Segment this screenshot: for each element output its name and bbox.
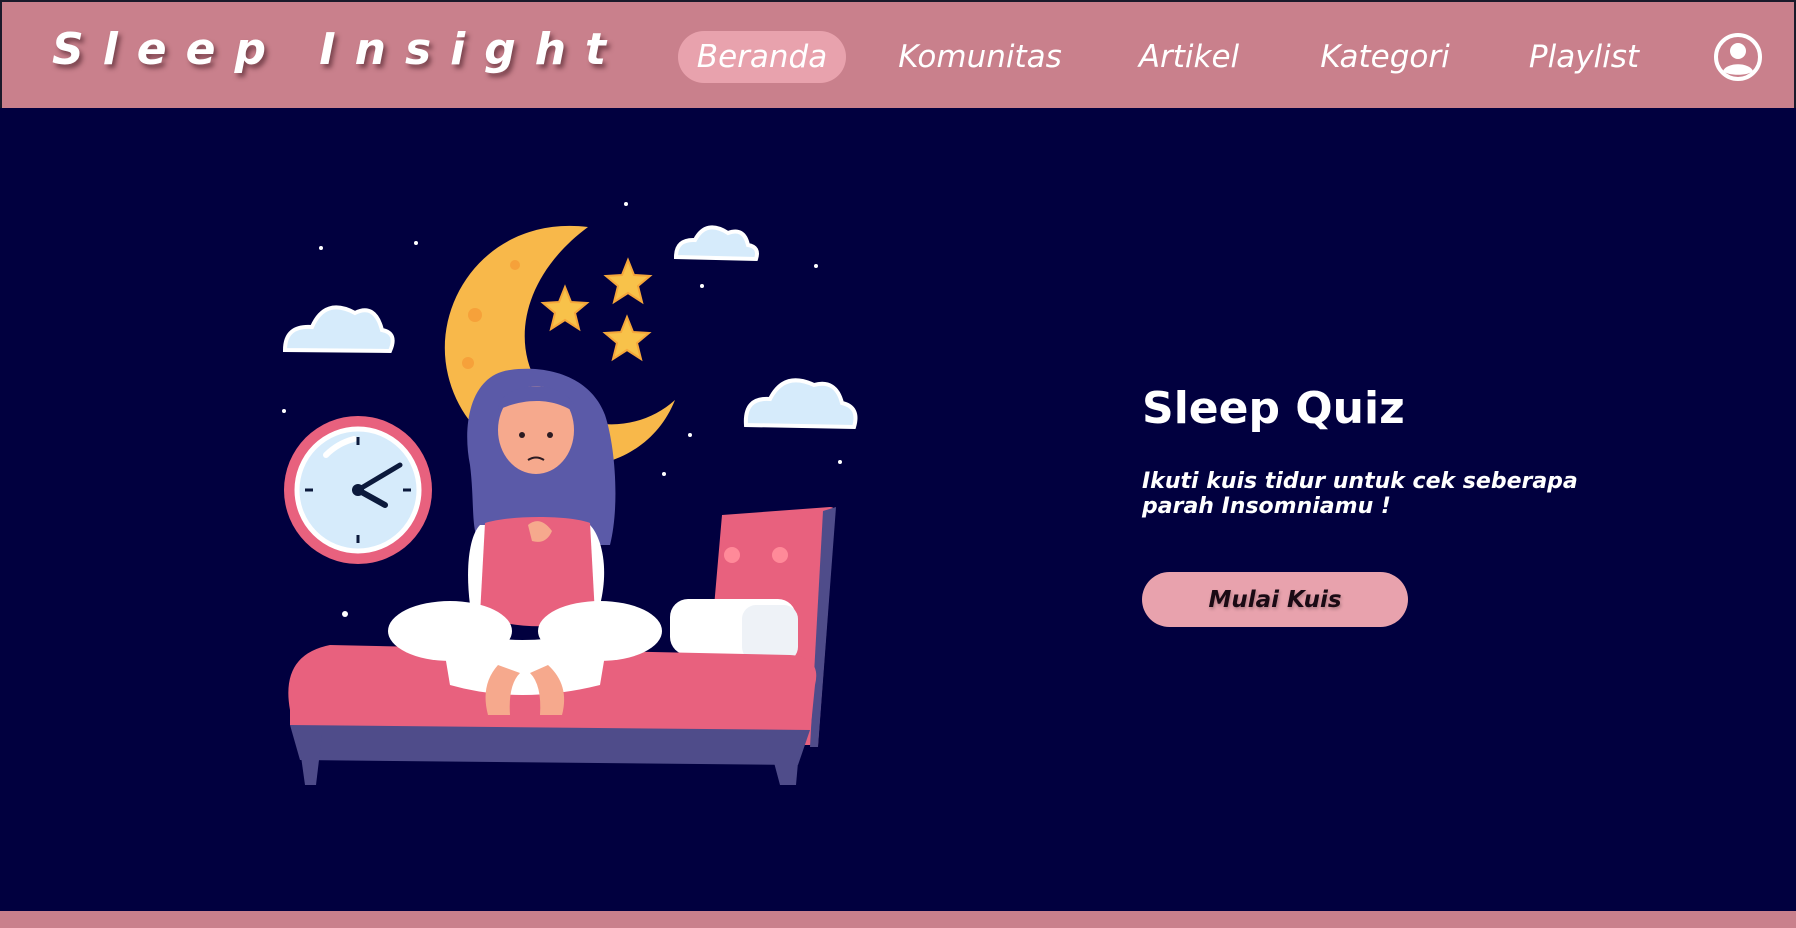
sleepless-girl-on-bed-illustration (270, 185, 870, 795)
cloud-icon (743, 378, 858, 430)
quiz-description: Ikuti kuis tidur untuk cek seberapa para… (1142, 469, 1578, 519)
start-quiz-button[interactable]: Mulai Kuis (1142, 572, 1408, 627)
user-circle-icon (1714, 33, 1762, 81)
nav-item-playlist[interactable]: Playlist (1522, 31, 1646, 83)
brand-logo-text[interactable]: Sleep Insight (52, 24, 625, 75)
nav-item-artikel[interactable]: Artikel (1134, 31, 1244, 83)
navbar: Sleep Insight Beranda Komunitas Artikel … (0, 0, 1796, 108)
nav-item-beranda[interactable]: Beranda (678, 31, 846, 83)
cloud-icon (673, 225, 759, 262)
nav-item-komunitas[interactable]: Komunitas (892, 31, 1068, 83)
cloud-icon (282, 305, 395, 354)
nav-item-kategori[interactable]: Kategori (1312, 31, 1458, 83)
footer-strip (0, 911, 1796, 928)
star-icon (540, 257, 653, 362)
quiz-title: Sleep Quiz (1142, 383, 1405, 434)
user-profile-button[interactable] (1713, 32, 1763, 82)
clock-icon (284, 416, 432, 564)
